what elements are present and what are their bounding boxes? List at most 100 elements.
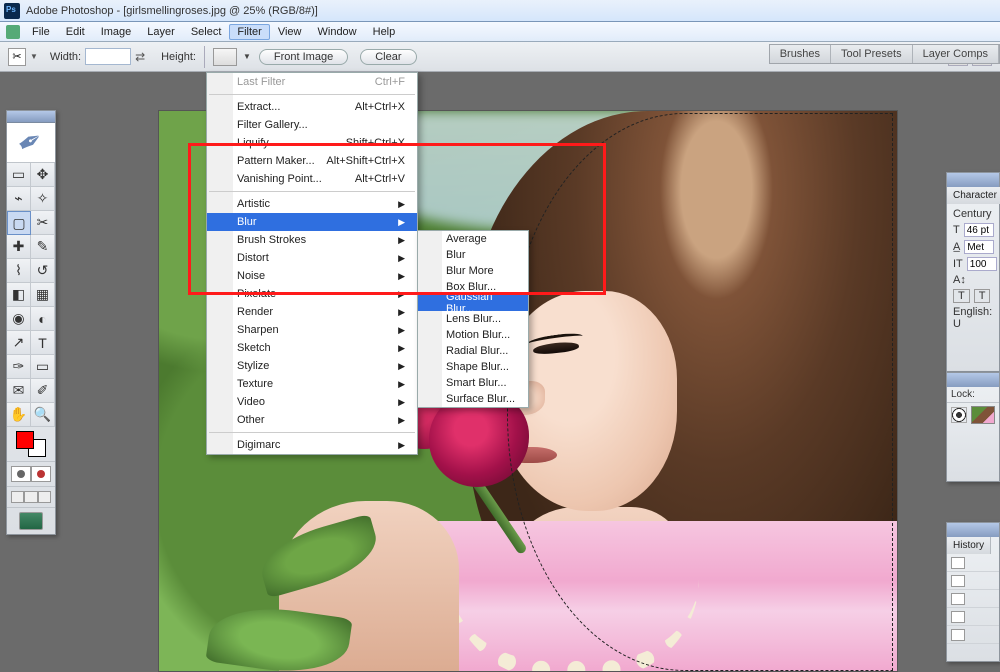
tool-lasso[interactable]: ⌁ [7,187,31,211]
history-row[interactable] [947,590,999,608]
history-row[interactable] [947,626,999,644]
tool-path[interactable]: ↗ [7,331,31,355]
fg-bg-swatches[interactable] [16,431,46,457]
tool-slice[interactable]: ✂ [31,211,55,235]
front-image-button[interactable]: Front Image [259,49,348,65]
tool-dodge[interactable]: ◐ [31,307,55,331]
tab-layer-comps[interactable]: Layer Comps [913,45,999,63]
file-browser-icon[interactable] [6,25,20,39]
kerning-input[interactable] [964,240,994,254]
menuitem-brush-strokes[interactable]: Brush Strokes▶ [207,231,417,249]
screen-mode-standard[interactable] [11,491,24,503]
submenuitem-motion-blur[interactable]: Motion Blur... [418,327,528,343]
jump-to-imageready-button[interactable] [19,512,43,530]
tool-zoom[interactable]: 🔍 [31,403,55,427]
menuitem-other[interactable]: Other▶ [207,411,417,429]
tool-blur[interactable]: ◉ [7,307,31,331]
tool-marquee[interactable]: ▭ [7,163,31,187]
language-field[interactable]: English: U [953,306,993,330]
tab-brushes[interactable]: Brushes [770,45,831,63]
menu-edit[interactable]: Edit [58,24,93,40]
menuitem-video[interactable]: Video▶ [207,393,417,411]
tool-history-brush[interactable]: ↺ [31,259,55,283]
menu-view[interactable]: View [270,24,310,40]
layer-thumbnail[interactable] [971,406,995,424]
tool-healing[interactable]: ✚ [7,235,31,259]
menuitem-render[interactable]: Render▶ [207,303,417,321]
width-input[interactable] [85,48,131,65]
swap-width-height-icon[interactable]: ⇄ [135,50,149,64]
history-row[interactable] [947,608,999,626]
submenuitem-surface-blur[interactable]: Surface Blur... [418,391,528,407]
tool-gradient[interactable]: ▦ [31,283,55,307]
menuitem-distort[interactable]: Distort▶ [207,249,417,267]
menuitem-stylize[interactable]: Stylize▶ [207,357,417,375]
menuitem-artistic[interactable]: Artistic▶ [207,195,417,213]
screen-mode-full-menubar[interactable] [24,491,37,503]
tab-tool-presets[interactable]: Tool Presets [831,45,913,63]
submenuitem-average[interactable]: Average [418,231,528,247]
tool-stamp[interactable]: ⌇ [7,259,31,283]
menu-layer[interactable]: Layer [139,24,183,40]
menuitem-digimarc[interactable]: Digimarc▶ [207,436,417,454]
menu-window[interactable]: Window [310,24,365,40]
type-style-button-2[interactable]: T [974,289,991,303]
menu-image[interactable]: Image [93,24,140,40]
font-size-input[interactable] [964,223,994,237]
tool-eyedropper[interactable]: ✐ [31,379,55,403]
submenuitem-shape-blur[interactable]: Shape Blur... [418,359,528,375]
menuitem-pixelate[interactable]: Pixelate▶ [207,285,417,303]
layer-row[interactable] [947,402,999,426]
options-dropdown-arrow[interactable]: ▼ [243,52,251,61]
tool-brush[interactable]: ✎ [31,235,55,259]
menuitem-sketch[interactable]: Sketch▶ [207,339,417,357]
menuitem-extract[interactable]: Extract...Alt+Ctrl+X [207,98,417,116]
standard-mode-button[interactable] [11,466,31,482]
quickmask-mode-button[interactable] [31,466,51,482]
submenuitem-smart-blur[interactable]: Smart Blur... [418,375,528,391]
tool-notes[interactable]: ✉ [7,379,31,403]
menuitem-filter-gallery[interactable]: Filter Gallery... [207,116,417,134]
foreground-color-swatch[interactable] [16,431,34,449]
tool-crop[interactable]: ▢ [7,211,31,235]
submenuitem-blur[interactable]: Blur [418,247,528,263]
panel-gripper[interactable] [947,523,999,537]
menuitem-pattern-maker[interactable]: Pattern Maker...Alt+Shift+Ctrl+X [207,152,417,170]
tool-eraser[interactable]: ◧ [7,283,31,307]
vscale-input[interactable] [967,257,997,271]
menuitem-noise[interactable]: Noise▶ [207,267,417,285]
menuitem-vanishing-point[interactable]: Vanishing Point...Alt+Ctrl+V [207,170,417,188]
submenuitem-gaussian-blur[interactable]: Gaussian Blur... [418,295,528,311]
submenuitem-radial-blur[interactable]: Radial Blur... [418,343,528,359]
menu-file[interactable]: File [24,24,58,40]
separator [204,46,205,68]
options-box-icon[interactable] [213,48,237,66]
menuitem-sharpen[interactable]: Sharpen▶ [207,321,417,339]
history-row[interactable] [947,572,999,590]
tool-hand[interactable]: ✋ [7,403,31,427]
history-row[interactable] [947,554,999,572]
crop-tool-preset-icon[interactable]: ✂ [8,48,26,66]
preset-dropdown-arrow[interactable]: ▼ [30,52,38,61]
layer-visibility-icon[interactable] [951,407,967,423]
tool-pen[interactable]: ✑ [7,355,31,379]
menuitem-blur[interactable]: Blur▶ [207,213,417,231]
submenuitem-blur-more[interactable]: Blur More [418,263,528,279]
tab-character[interactable]: Character [947,187,1000,204]
tool-move[interactable]: ✥ [31,163,55,187]
tool-type[interactable]: T [31,331,55,355]
tool-wand[interactable]: ✧ [31,187,55,211]
menu-filter[interactable]: Filter [229,24,269,40]
tool-shape[interactable]: ▭ [31,355,55,379]
panel-gripper[interactable] [947,373,999,387]
menuitem-liquify[interactable]: Liquify...Shift+Ctrl+X [207,134,417,152]
font-family-field[interactable]: Century [953,208,992,220]
menuitem-texture[interactable]: Texture▶ [207,375,417,393]
menu-select[interactable]: Select [183,24,230,40]
tab-history[interactable]: History [947,537,991,554]
clear-button[interactable]: Clear [360,49,416,65]
screen-mode-full[interactable] [38,491,51,503]
type-style-button[interactable]: T [953,289,970,303]
menu-help[interactable]: Help [365,24,404,40]
panel-gripper[interactable] [947,173,999,187]
